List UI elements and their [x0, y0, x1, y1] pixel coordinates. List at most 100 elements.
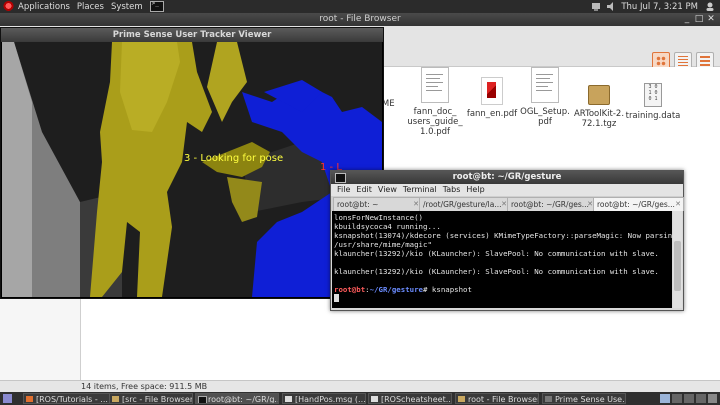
taskbar-item-label: [HandPos.msg (...: [295, 395, 366, 404]
prime-sense-title: Prime Sense User Tracker Viewer: [112, 30, 272, 40]
maximize-icon[interactable]: □: [694, 14, 704, 24]
terminal-scrollbar[interactable]: [673, 211, 682, 308]
clock[interactable]: Thu Jul 7, 3:21 PM: [621, 2, 698, 12]
prompt-path: ~/GR/gesture: [369, 285, 424, 294]
taskbar-item-label: [ROScheatsheet....: [381, 395, 452, 404]
terminal-line: klauncher(13292)/kio (KLauncher): SlaveP…: [334, 267, 659, 276]
tab-label: root@bt: ~: [337, 200, 379, 209]
menu-file[interactable]: File: [337, 184, 350, 196]
terminal-tabbar: root@bt: ~ ✕ /root/GR/gesture/la... ✕ ro…: [331, 196, 684, 211]
workspace-4-icon[interactable]: [696, 394, 706, 403]
pdf-icon: [481, 77, 503, 105]
terminal-line: kbuildsycoca4 running...: [334, 222, 441, 231]
file-label: fann_en.pdf: [466, 109, 518, 119]
trash-icon[interactable]: [708, 394, 717, 403]
workspace-2-icon[interactable]: [672, 394, 682, 403]
folder-icon: [458, 396, 465, 402]
network-icon[interactable]: [591, 2, 601, 11]
file-label: OGL_Setup. pdf: [520, 107, 570, 127]
terminal-tab-active[interactable]: root@bt: ~/GR/ges... ✕: [593, 197, 684, 211]
terminal-tab[interactable]: root@bt: ~/GR/ges... ✕: [507, 197, 596, 211]
terminal-tab[interactable]: root@bt: ~ ✕: [333, 197, 422, 211]
taskbar-item[interactable]: [src - File Browser]: [109, 393, 193, 404]
window-icon: [545, 396, 552, 402]
workspace-3-icon[interactable]: [684, 394, 694, 403]
terminal-titlebar[interactable]: root@bt: ~/GR/gesture: [331, 171, 683, 184]
tab-label: root@bt: ~/GR/ges...: [597, 200, 675, 209]
terminal-line: /usr/share/mime/magic": [334, 240, 432, 249]
status-text: 14 items, Free space: 911.5 MB: [81, 382, 208, 391]
pdf-document-icon: [421, 67, 449, 103]
taskbar-item[interactable]: [HandPos.msg (...: [282, 393, 366, 404]
applications-menu[interactable]: Applications: [18, 2, 70, 12]
bottom-taskbar: [ROS/Tutorials - ... [src - File Browser…: [0, 392, 720, 405]
taskbar-item-label: [ROS/Tutorials - ...: [36, 395, 108, 404]
scrollbar-thumb[interactable]: [674, 241, 681, 291]
close-tab-icon[interactable]: ✕: [675, 198, 681, 211]
terminal-output[interactable]: lonsForNewInstance() kbuildsycoca4 runni…: [332, 211, 672, 308]
system-menu[interactable]: System: [111, 2, 143, 12]
minimize-icon[interactable]: _: [682, 14, 692, 24]
show-desktop-icon[interactable]: [3, 394, 12, 403]
archive-icon: [588, 85, 610, 105]
prime-sense-window: Prime Sense User Tracker Viewer 3 - Look…: [0, 27, 384, 299]
backtrack-logo-icon[interactable]: [3, 1, 14, 12]
file-item[interactable]: fann_doc_ users_guide_ 1.0.pdf: [403, 67, 467, 137]
prompt-user: root@bt: [334, 285, 366, 294]
taskbar-item-label: Prime Sense Use...: [555, 395, 626, 404]
terminal-app-icon: [335, 173, 346, 183]
tab-label: root@bt: ~/GR/ges...: [511, 200, 589, 209]
file-item[interactable]: 3 01 00 1 training.data: [621, 83, 685, 121]
terminal-line: ksnapshot(13074)/kdecore (services) KMim…: [334, 231, 672, 240]
volume-icon[interactable]: [606, 2, 616, 11]
menu-help[interactable]: Help: [466, 184, 484, 196]
taskbar-item[interactable]: Prime Sense Use...: [542, 393, 626, 404]
terminal-menubar: File Edit View Terminal Tabs Help: [331, 184, 683, 196]
menu-edit[interactable]: Edit: [356, 184, 372, 196]
compact-list-icon: [678, 56, 688, 66]
file-label: fann_doc_ users_guide_ 1.0.pdf: [407, 107, 463, 137]
terminal-window: root@bt: ~/GR/gesture File Edit View Ter…: [330, 170, 684, 311]
terminal-launcher-icon[interactable]: [149, 0, 164, 12]
prompt-command: # ksnapshot: [423, 285, 472, 294]
text-editor-icon: [371, 396, 378, 402]
workspace-1-icon[interactable]: [660, 394, 670, 403]
grid-icon: [656, 56, 666, 66]
tab-label: /root/GR/gesture/la...: [423, 200, 502, 209]
taskbar-item[interactable]: root@bt: ~/GR/g...: [195, 393, 279, 404]
top-panel: Applications Places System Thu Jul 7, 3:…: [0, 0, 720, 13]
depth-view-canvas[interactable]: 3 - Looking for pose 1 - L: [2, 42, 382, 297]
file-browser-title: root - File Browser: [319, 14, 401, 24]
cursor: [334, 294, 339, 302]
taskbar-item-label: [src - File Browser]: [122, 395, 193, 404]
terminal-tab[interactable]: /root/GR/gesture/la... ✕: [419, 197, 510, 211]
file-label: ARToolKit-2. 72.1.tgz: [573, 109, 625, 129]
taskbar-item[interactable]: [ROS/Tutorials - ...: [23, 393, 121, 404]
terminal-icon: [198, 396, 207, 403]
taskbar-item-label: root - File Browser: [468, 395, 539, 404]
pose-status-label: 3 - Looking for pose: [184, 153, 284, 164]
menu-view[interactable]: View: [378, 184, 397, 196]
terminal-line: lonsForNewInstance(): [334, 213, 423, 222]
taskbar-item[interactable]: root - File Browser: [455, 393, 539, 404]
user-icon[interactable]: [705, 2, 715, 11]
prime-sense-titlebar[interactable]: Prime Sense User Tracker Viewer: [1, 28, 383, 42]
terminal-title: root@bt: ~/GR/gesture: [452, 172, 562, 182]
file-label: training.data: [625, 111, 681, 121]
taskbar-item-label: root@bt: ~/GR/g...: [208, 395, 279, 404]
data-file-icon: 3 01 00 1: [644, 83, 662, 107]
terminal-prompt: root@bt:~/GR/gesture# ksnapshot: [334, 285, 672, 294]
places-menu[interactable]: Places: [77, 2, 104, 12]
menu-tabs[interactable]: Tabs: [443, 184, 461, 196]
taskbar-item[interactable]: [ROScheatsheet....: [368, 393, 452, 404]
terminal-line: klauncher(13292)/kio (KLauncher): SlaveP…: [334, 249, 659, 258]
file-browser-titlebar[interactable]: root - File Browser _ □ ✕: [0, 13, 720, 26]
menu-terminal[interactable]: Terminal: [403, 184, 437, 196]
firefox-icon: [26, 396, 33, 402]
text-editor-icon: [285, 396, 292, 402]
pdf-document-icon: [531, 67, 559, 103]
close-icon[interactable]: ✕: [706, 14, 716, 24]
folder-icon: [112, 396, 119, 402]
